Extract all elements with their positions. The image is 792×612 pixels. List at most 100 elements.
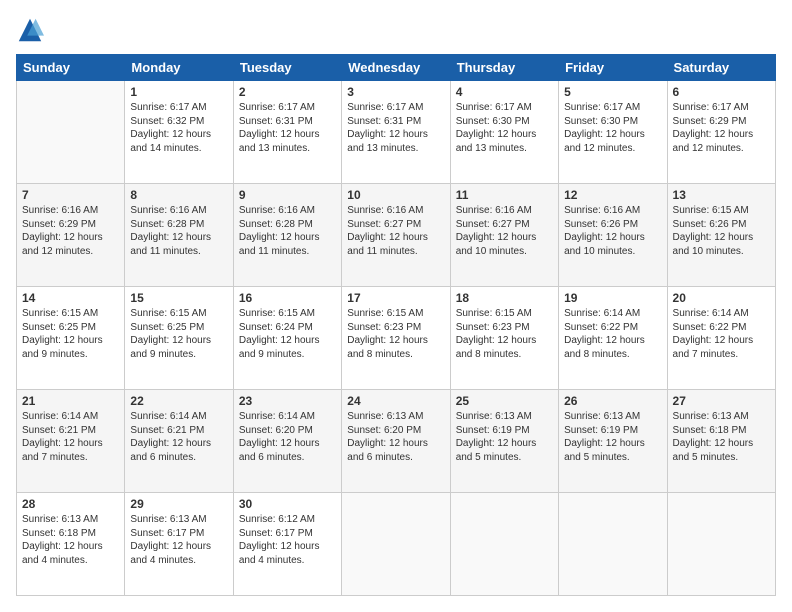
day-number: 22 bbox=[130, 394, 227, 408]
calendar-table: SundayMondayTuesdayWednesdayThursdayFrid… bbox=[16, 54, 776, 596]
week-row-3: 21 Sunrise: 6:14 AM Sunset: 6:21 PM Dayli… bbox=[17, 390, 776, 493]
calendar-cell: 15 Sunrise: 6:15 AM Sunset: 6:25 PM Dayli… bbox=[125, 287, 233, 390]
calendar-cell: 6 Sunrise: 6:17 AM Sunset: 6:29 PM Daylig… bbox=[667, 81, 775, 184]
calendar-cell: 22Sunrise: 6:14 AM Sunset: 6:21 PM Dayli… bbox=[125, 390, 233, 493]
day-info: Sunrise: 6:14 AM Sunset: 6:22 PM Dayligh… bbox=[673, 307, 770, 361]
calendar-cell: 1Sunrise: 6:17 AM Sunset: 6:32 PM Daylig… bbox=[125, 81, 233, 184]
day-info: Sunrise: 6:15 AM Sunset: 6:23 PM Dayligh… bbox=[456, 307, 553, 361]
day-number: 11 bbox=[456, 188, 553, 202]
day-info: Sunrise: 6:16 AM Sunset: 6:27 PM Dayligh… bbox=[456, 204, 553, 258]
day-info: Sunrise: 6:14 AM Sunset: 6:22 PM Dayligh… bbox=[564, 307, 661, 361]
calendar-cell: 8Sunrise: 6:16 AM Sunset: 6:28 PM Daylig… bbox=[125, 184, 233, 287]
calendar-cell bbox=[342, 493, 450, 596]
calendar-cell: 26Sunrise: 6:13 AM Sunset: 6:19 PM Dayli… bbox=[559, 390, 667, 493]
weekday-monday: Monday bbox=[125, 55, 233, 81]
week-row-4: 28Sunrise: 6:13 AM Sunset: 6:18 PM Dayli… bbox=[17, 493, 776, 596]
calendar-cell: 23 Sunrise: 6:14 AM Sunset: 6:20 PM Dayli… bbox=[233, 390, 341, 493]
day-info: Sunrise: 6:17 AM Sunset: 6:31 PM Dayligh… bbox=[239, 101, 336, 155]
day-number: 4 bbox=[456, 85, 553, 99]
weekday-header-row: SundayMondayTuesdayWednesdayThursdayFrid… bbox=[17, 55, 776, 81]
calendar-cell bbox=[559, 493, 667, 596]
day-number: 7 bbox=[22, 188, 119, 202]
day-number: 5 bbox=[564, 85, 661, 99]
calendar-cell: 25 Sunrise: 6:13 AM Sunset: 6:19 PM Dayli… bbox=[450, 390, 558, 493]
day-info: Sunrise: 6:13 AM Sunset: 6:17 PM Dayligh… bbox=[130, 513, 227, 567]
day-info: Sunrise: 6:12 AM Sunset: 6:17 PM Dayligh… bbox=[239, 513, 336, 567]
calendar-cell: 14 Sunrise: 6:15 AM Sunset: 6:25 PM Dayli… bbox=[17, 287, 125, 390]
day-number: 12 bbox=[564, 188, 661, 202]
page: SundayMondayTuesdayWednesdayThursdayFrid… bbox=[0, 0, 792, 612]
day-number: 26 bbox=[564, 394, 661, 408]
week-row-0: 1Sunrise: 6:17 AM Sunset: 6:32 PM Daylig… bbox=[17, 81, 776, 184]
day-number: 1 bbox=[130, 85, 227, 99]
day-info: Sunrise: 6:13 AM Sunset: 6:18 PM Dayligh… bbox=[673, 410, 770, 464]
day-number: 3 bbox=[347, 85, 444, 99]
day-info: Sunrise: 6:15 AM Sunset: 6:26 PM Dayligh… bbox=[673, 204, 770, 258]
day-info: Sunrise: 6:15 AM Sunset: 6:25 PM Dayligh… bbox=[22, 307, 119, 361]
day-number: 6 bbox=[673, 85, 770, 99]
calendar-cell: 13 Sunrise: 6:15 AM Sunset: 6:26 PM Dayli… bbox=[667, 184, 775, 287]
day-number: 24 bbox=[347, 394, 444, 408]
week-row-1: 7 Sunrise: 6:16 AM Sunset: 6:29 PM Daylig… bbox=[17, 184, 776, 287]
calendar-cell: 20 Sunrise: 6:14 AM Sunset: 6:22 PM Dayli… bbox=[667, 287, 775, 390]
calendar-cell: 5 Sunrise: 6:17 AM Sunset: 6:30 PM Daylig… bbox=[559, 81, 667, 184]
weekday-sunday: Sunday bbox=[17, 55, 125, 81]
day-info: Sunrise: 6:15 AM Sunset: 6:24 PM Dayligh… bbox=[239, 307, 336, 361]
calendar-cell: 27 Sunrise: 6:13 AM Sunset: 6:18 PM Dayli… bbox=[667, 390, 775, 493]
day-number: 15 bbox=[130, 291, 227, 305]
calendar-cell: 17 Sunrise: 6:15 AM Sunset: 6:23 PM Dayli… bbox=[342, 287, 450, 390]
day-number: 10 bbox=[347, 188, 444, 202]
day-number: 13 bbox=[673, 188, 770, 202]
day-info: Sunrise: 6:15 AM Sunset: 6:23 PM Dayligh… bbox=[347, 307, 444, 361]
day-number: 29 bbox=[130, 497, 227, 511]
calendar-cell bbox=[667, 493, 775, 596]
week-row-2: 14 Sunrise: 6:15 AM Sunset: 6:25 PM Dayli… bbox=[17, 287, 776, 390]
calendar-cell: 2 Sunrise: 6:17 AM Sunset: 6:31 PM Daylig… bbox=[233, 81, 341, 184]
day-info: Sunrise: 6:17 AM Sunset: 6:31 PM Dayligh… bbox=[347, 101, 444, 155]
day-info: Sunrise: 6:17 AM Sunset: 6:29 PM Dayligh… bbox=[673, 101, 770, 155]
day-number: 2 bbox=[239, 85, 336, 99]
header bbox=[16, 16, 776, 44]
day-number: 20 bbox=[673, 291, 770, 305]
calendar-cell: 11 Sunrise: 6:16 AM Sunset: 6:27 PM Dayli… bbox=[450, 184, 558, 287]
calendar-cell: 29 Sunrise: 6:13 AM Sunset: 6:17 PM Dayli… bbox=[125, 493, 233, 596]
day-info: Sunrise: 6:14 AM Sunset: 6:20 PM Dayligh… bbox=[239, 410, 336, 464]
day-info: Sunrise: 6:16 AM Sunset: 6:26 PM Dayligh… bbox=[564, 204, 661, 258]
calendar-cell: 19 Sunrise: 6:14 AM Sunset: 6:22 PM Dayli… bbox=[559, 287, 667, 390]
day-number: 25 bbox=[456, 394, 553, 408]
day-number: 27 bbox=[673, 394, 770, 408]
day-info: Sunrise: 6:15 AM Sunset: 6:25 PM Dayligh… bbox=[130, 307, 227, 361]
logo-icon bbox=[16, 16, 44, 44]
weekday-tuesday: Tuesday bbox=[233, 55, 341, 81]
weekday-saturday: Saturday bbox=[667, 55, 775, 81]
day-number: 19 bbox=[564, 291, 661, 305]
day-number: 16 bbox=[239, 291, 336, 305]
logo bbox=[16, 16, 46, 44]
day-info: Sunrise: 6:14 AM Sunset: 6:21 PM Dayligh… bbox=[22, 410, 119, 464]
day-number: 17 bbox=[347, 291, 444, 305]
calendar-cell: 18Sunrise: 6:15 AM Sunset: 6:23 PM Dayli… bbox=[450, 287, 558, 390]
day-info: Sunrise: 6:17 AM Sunset: 6:30 PM Dayligh… bbox=[564, 101, 661, 155]
weekday-friday: Friday bbox=[559, 55, 667, 81]
day-info: Sunrise: 6:16 AM Sunset: 6:29 PM Dayligh… bbox=[22, 204, 119, 258]
day-info: Sunrise: 6:13 AM Sunset: 6:19 PM Dayligh… bbox=[456, 410, 553, 464]
weekday-thursday: Thursday bbox=[450, 55, 558, 81]
day-number: 9 bbox=[239, 188, 336, 202]
day-number: 8 bbox=[130, 188, 227, 202]
calendar-cell: 4 Sunrise: 6:17 AM Sunset: 6:30 PM Daylig… bbox=[450, 81, 558, 184]
day-info: Sunrise: 6:17 AM Sunset: 6:30 PM Dayligh… bbox=[456, 101, 553, 155]
day-number: 28 bbox=[22, 497, 119, 511]
calendar-cell: 28Sunrise: 6:13 AM Sunset: 6:18 PM Dayli… bbox=[17, 493, 125, 596]
day-number: 23 bbox=[239, 394, 336, 408]
calendar-cell: 21 Sunrise: 6:14 AM Sunset: 6:21 PM Dayli… bbox=[17, 390, 125, 493]
day-info: Sunrise: 6:13 AM Sunset: 6:20 PM Dayligh… bbox=[347, 410, 444, 464]
calendar-cell: 30Sunrise: 6:12 AM Sunset: 6:17 PM Dayli… bbox=[233, 493, 341, 596]
calendar-cell: 3 Sunrise: 6:17 AM Sunset: 6:31 PM Daylig… bbox=[342, 81, 450, 184]
calendar-cell: 10Sunrise: 6:16 AM Sunset: 6:27 PM Dayli… bbox=[342, 184, 450, 287]
calendar-cell bbox=[450, 493, 558, 596]
calendar-cell: 7 Sunrise: 6:16 AM Sunset: 6:29 PM Daylig… bbox=[17, 184, 125, 287]
calendar-cell: 24 Sunrise: 6:13 AM Sunset: 6:20 PM Dayli… bbox=[342, 390, 450, 493]
day-number: 21 bbox=[22, 394, 119, 408]
day-number: 14 bbox=[22, 291, 119, 305]
calendar-cell: 9Sunrise: 6:16 AM Sunset: 6:28 PM Daylig… bbox=[233, 184, 341, 287]
